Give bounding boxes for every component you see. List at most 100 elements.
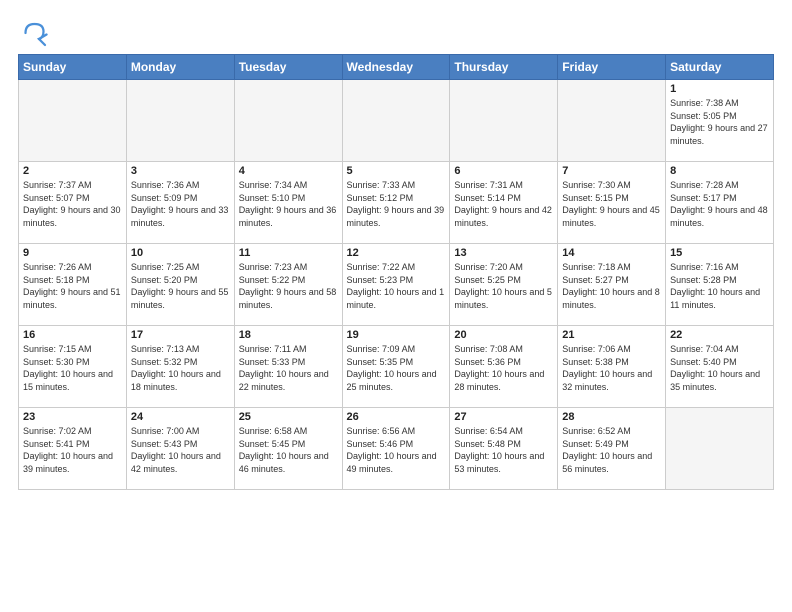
day-cell bbox=[126, 80, 234, 162]
day-cell: 14 Sunrise: 7:18 AM Sunset: 5:27 PM Dayli… bbox=[558, 244, 666, 326]
day-number: 10 bbox=[131, 247, 230, 259]
day-number: 20 bbox=[454, 329, 553, 341]
day-number: 27 bbox=[454, 411, 553, 423]
day-info: Sunrise: 7:34 AM Sunset: 5:10 PM Dayligh… bbox=[239, 179, 338, 229]
day-info: Sunrise: 6:58 AM Sunset: 5:45 PM Dayligh… bbox=[239, 425, 338, 475]
day-number: 21 bbox=[562, 329, 661, 341]
day-cell bbox=[666, 408, 774, 490]
day-cell: 8 Sunrise: 7:28 AM Sunset: 5:17 PM Daylig… bbox=[666, 162, 774, 244]
day-cell: 4Sunrise: 7:34 AM Sunset: 5:10 PM Daylig… bbox=[234, 162, 342, 244]
day-cell: 18 Sunrise: 7:11 AM Sunset: 5:33 PM Dayli… bbox=[234, 326, 342, 408]
day-cell: 19Sunrise: 7:09 AM Sunset: 5:35 PM Dayli… bbox=[342, 326, 450, 408]
day-info: Sunrise: 7:08 AM Sunset: 5:36 PM Dayligh… bbox=[454, 343, 553, 393]
day-info: Sunrise: 7:23 AM Sunset: 5:22 PM Dayligh… bbox=[239, 261, 338, 311]
day-number: 12 bbox=[347, 247, 446, 259]
day-cell: 16 Sunrise: 7:15 AM Sunset: 5:30 PM Dayli… bbox=[19, 326, 127, 408]
day-number: 9 bbox=[23, 247, 122, 259]
day-cell: 3 Sunrise: 7:36 AM Sunset: 5:09 PM Daylig… bbox=[126, 162, 234, 244]
weekday-friday: Friday bbox=[558, 55, 666, 80]
day-cell: 9 Sunrise: 7:26 AM Sunset: 5:18 PM Daylig… bbox=[19, 244, 127, 326]
day-cell: 20 Sunrise: 7:08 AM Sunset: 5:36 PM Dayli… bbox=[450, 326, 558, 408]
day-info: Sunrise: 7:18 AM Sunset: 5:27 PM Dayligh… bbox=[562, 261, 661, 311]
day-number: 19 bbox=[347, 329, 446, 341]
day-info: Sunrise: 7:16 AM Sunset: 5:28 PM Dayligh… bbox=[670, 261, 769, 311]
week-row-3: 16 Sunrise: 7:15 AM Sunset: 5:30 PM Dayli… bbox=[19, 326, 774, 408]
day-info: Sunrise: 7:38 AM Sunset: 5:05 PM Dayligh… bbox=[670, 97, 769, 147]
day-cell: 12 Sunrise: 7:22 AM Sunset: 5:23 PM Dayli… bbox=[342, 244, 450, 326]
day-info: Sunrise: 7:36 AM Sunset: 5:09 PM Dayligh… bbox=[131, 179, 230, 229]
day-cell: 24 Sunrise: 7:00 AM Sunset: 5:43 PM Dayli… bbox=[126, 408, 234, 490]
weekday-saturday: Saturday bbox=[666, 55, 774, 80]
day-cell: 17Sunrise: 7:13 AM Sunset: 5:32 PM Dayli… bbox=[126, 326, 234, 408]
weekday-monday: Monday bbox=[126, 55, 234, 80]
logo bbox=[18, 18, 52, 48]
day-info: Sunrise: 7:22 AM Sunset: 5:23 PM Dayligh… bbox=[347, 261, 446, 311]
day-info: Sunrise: 7:37 AM Sunset: 5:07 PM Dayligh… bbox=[23, 179, 122, 229]
page-container: SundayMondayTuesdayWednesdayThursdayFrid… bbox=[0, 0, 792, 500]
day-info: Sunrise: 7:00 AM Sunset: 5:43 PM Dayligh… bbox=[131, 425, 230, 475]
day-number: 3 bbox=[131, 165, 230, 177]
day-cell bbox=[558, 80, 666, 162]
day-cell: 23 Sunrise: 7:02 AM Sunset: 5:41 PM Dayli… bbox=[19, 408, 127, 490]
day-cell bbox=[342, 80, 450, 162]
day-cell: 28 Sunrise: 6:52 AM Sunset: 5:49 PM Dayli… bbox=[558, 408, 666, 490]
day-cell: 25 Sunrise: 6:58 AM Sunset: 5:45 PM Dayli… bbox=[234, 408, 342, 490]
weekday-wednesday: Wednesday bbox=[342, 55, 450, 80]
day-info: Sunrise: 6:52 AM Sunset: 5:49 PM Dayligh… bbox=[562, 425, 661, 475]
week-row-2: 9 Sunrise: 7:26 AM Sunset: 5:18 PM Daylig… bbox=[19, 244, 774, 326]
day-info: Sunrise: 7:06 AM Sunset: 5:38 PM Dayligh… bbox=[562, 343, 661, 393]
day-number: 8 bbox=[670, 165, 769, 177]
day-number: 23 bbox=[23, 411, 122, 423]
day-cell bbox=[450, 80, 558, 162]
day-number: 15 bbox=[670, 247, 769, 259]
day-cell bbox=[234, 80, 342, 162]
week-row-4: 23 Sunrise: 7:02 AM Sunset: 5:41 PM Dayli… bbox=[19, 408, 774, 490]
weekday-header-row: SundayMondayTuesdayWednesdayThursdayFrid… bbox=[19, 55, 774, 80]
day-info: Sunrise: 6:54 AM Sunset: 5:48 PM Dayligh… bbox=[454, 425, 553, 475]
day-number: 28 bbox=[562, 411, 661, 423]
week-row-1: 2Sunrise: 7:37 AM Sunset: 5:07 PM Daylig… bbox=[19, 162, 774, 244]
day-number: 13 bbox=[454, 247, 553, 259]
day-info: Sunrise: 7:20 AM Sunset: 5:25 PM Dayligh… bbox=[454, 261, 553, 311]
day-cell: 1 Sunrise: 7:38 AM Sunset: 5:05 PM Daylig… bbox=[666, 80, 774, 162]
day-number: 17 bbox=[131, 329, 230, 341]
day-number: 1 bbox=[670, 83, 769, 95]
day-number: 14 bbox=[562, 247, 661, 259]
day-info: Sunrise: 7:15 AM Sunset: 5:30 PM Dayligh… bbox=[23, 343, 122, 393]
day-number: 5 bbox=[347, 165, 446, 177]
day-cell: 27 Sunrise: 6:54 AM Sunset: 5:48 PM Dayli… bbox=[450, 408, 558, 490]
day-number: 24 bbox=[131, 411, 230, 423]
day-number: 25 bbox=[239, 411, 338, 423]
header bbox=[18, 18, 774, 48]
day-cell bbox=[19, 80, 127, 162]
logo-icon bbox=[18, 18, 48, 48]
day-cell: 10Sunrise: 7:25 AM Sunset: 5:20 PM Dayli… bbox=[126, 244, 234, 326]
day-number: 16 bbox=[23, 329, 122, 341]
day-info: Sunrise: 7:30 AM Sunset: 5:15 PM Dayligh… bbox=[562, 179, 661, 229]
day-cell: 26 Sunrise: 6:56 AM Sunset: 5:46 PM Dayli… bbox=[342, 408, 450, 490]
day-info: Sunrise: 6:56 AM Sunset: 5:46 PM Dayligh… bbox=[347, 425, 446, 475]
day-info: Sunrise: 7:28 AM Sunset: 5:17 PM Dayligh… bbox=[670, 179, 769, 229]
weekday-tuesday: Tuesday bbox=[234, 55, 342, 80]
day-cell: 7 Sunrise: 7:30 AM Sunset: 5:15 PM Daylig… bbox=[558, 162, 666, 244]
day-info: Sunrise: 7:04 AM Sunset: 5:40 PM Dayligh… bbox=[670, 343, 769, 393]
week-row-0: 1 Sunrise: 7:38 AM Sunset: 5:05 PM Daylig… bbox=[19, 80, 774, 162]
day-info: Sunrise: 7:26 AM Sunset: 5:18 PM Dayligh… bbox=[23, 261, 122, 311]
day-info: Sunrise: 7:11 AM Sunset: 5:33 PM Dayligh… bbox=[239, 343, 338, 393]
weekday-sunday: Sunday bbox=[19, 55, 127, 80]
weekday-thursday: Thursday bbox=[450, 55, 558, 80]
day-number: 7 bbox=[562, 165, 661, 177]
day-number: 22 bbox=[670, 329, 769, 341]
day-cell: 22 Sunrise: 7:04 AM Sunset: 5:40 PM Dayli… bbox=[666, 326, 774, 408]
calendar-table: SundayMondayTuesdayWednesdayThursdayFrid… bbox=[18, 54, 774, 490]
day-number: 18 bbox=[239, 329, 338, 341]
day-cell: 2Sunrise: 7:37 AM Sunset: 5:07 PM Daylig… bbox=[19, 162, 127, 244]
day-cell: 21 Sunrise: 7:06 AM Sunset: 5:38 PM Dayli… bbox=[558, 326, 666, 408]
day-cell: 11 Sunrise: 7:23 AM Sunset: 5:22 PM Dayli… bbox=[234, 244, 342, 326]
day-cell: 5Sunrise: 7:33 AM Sunset: 5:12 PM Daylig… bbox=[342, 162, 450, 244]
day-number: 26 bbox=[347, 411, 446, 423]
day-info: Sunrise: 7:02 AM Sunset: 5:41 PM Dayligh… bbox=[23, 425, 122, 475]
day-number: 11 bbox=[239, 247, 338, 259]
day-number: 6 bbox=[454, 165, 553, 177]
day-info: Sunrise: 7:31 AM Sunset: 5:14 PM Dayligh… bbox=[454, 179, 553, 229]
